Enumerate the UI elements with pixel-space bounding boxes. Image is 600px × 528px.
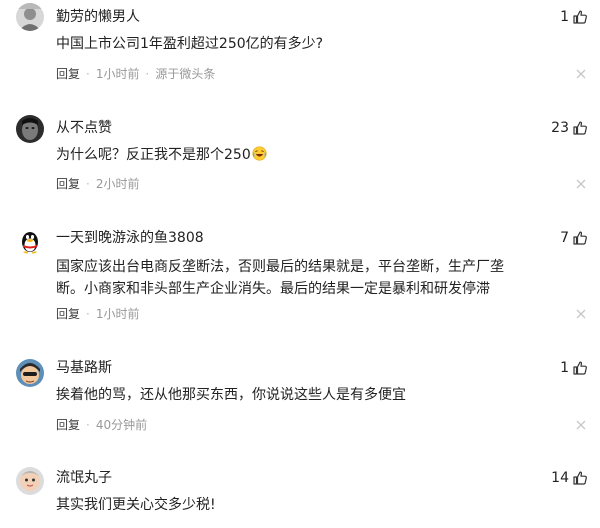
reply-button[interactable]: 回复 [56, 306, 80, 322]
close-icon[interactable] [576, 420, 586, 430]
like-button[interactable]: 7 [560, 229, 588, 247]
comment-text: 为什么呢？反正我不是那个250 [56, 144, 572, 166]
close-icon[interactable] [576, 179, 586, 189]
like-count: 1 [560, 360, 569, 376]
comment-time: 1小时前 [95, 67, 140, 81]
comment-time: 40分钟前 [95, 418, 148, 432]
comment-time: 1小时前 [95, 307, 140, 321]
username[interactable]: 流氓丸子 [56, 469, 112, 487]
thumbs-up-icon [573, 471, 587, 485]
thumbs-up-icon [573, 231, 587, 245]
thumbs-up-icon [573, 10, 587, 24]
like-button[interactable]: 23 [551, 119, 588, 137]
avatar[interactable] [16, 3, 44, 31]
username[interactable]: 勤劳的懒男人 [56, 8, 140, 26]
username[interactable]: 马基路斯 [56, 359, 112, 377]
comment-text: 中国上市公司1年盈利超过250亿的有多少? [56, 36, 324, 52]
like-count: 7 [560, 230, 569, 246]
avatar[interactable] [16, 115, 44, 143]
avatar[interactable] [16, 467, 44, 495]
comment-time: 2小时前 [95, 177, 140, 191]
separator-dot: · [86, 67, 90, 81]
comment-source: 源于微头条 [155, 67, 216, 81]
comment-text: 挨着他的骂，还从他那买东西，你说说这些人是有多便宜 [56, 387, 406, 403]
like-count: 23 [551, 120, 569, 136]
laughing-emoji-icon [252, 146, 267, 161]
username[interactable]: 一天到晚游泳的鱼3808 [56, 229, 204, 247]
comment-text: 国家应该出台电商反垄断法，否则最后的结果就是，平台垄断，生产厂垄断。小商家和非头… [56, 259, 504, 297]
like-button[interactable]: 1 [560, 8, 588, 26]
comment-text-content: 为什么呢？反正我不是那个250 [56, 147, 251, 163]
comment-meta: 回复 · 40分钟前 [56, 417, 147, 433]
comment-text: 其实我们更关心交多少税! [56, 497, 216, 513]
avatar[interactable] [16, 359, 44, 387]
separator-dot: · [86, 177, 90, 191]
like-button[interactable]: 14 [551, 469, 588, 487]
username[interactable]: 从不点赞 [56, 119, 112, 137]
reply-button[interactable]: 回复 [56, 66, 80, 82]
like-button[interactable]: 1 [560, 359, 588, 377]
like-count: 1 [560, 9, 569, 25]
separator-dot: · [145, 67, 150, 81]
comment-meta: 回复 · 1小时前 [56, 306, 139, 322]
close-icon[interactable] [576, 309, 586, 319]
avatar[interactable] [16, 226, 44, 254]
comment-meta: 回复 · 1小时前 · 源于微头条 [56, 66, 215, 82]
thumbs-up-icon [573, 121, 587, 135]
separator-dot: · [86, 418, 90, 432]
close-icon[interactable] [576, 69, 586, 79]
separator-dot: · [86, 307, 90, 321]
like-count: 14 [551, 470, 569, 486]
reply-button[interactable]: 回复 [56, 417, 80, 433]
reply-button[interactable]: 回复 [56, 176, 80, 192]
thumbs-up-icon [573, 361, 587, 375]
comment-meta: 回复 · 2小时前 [56, 176, 139, 192]
